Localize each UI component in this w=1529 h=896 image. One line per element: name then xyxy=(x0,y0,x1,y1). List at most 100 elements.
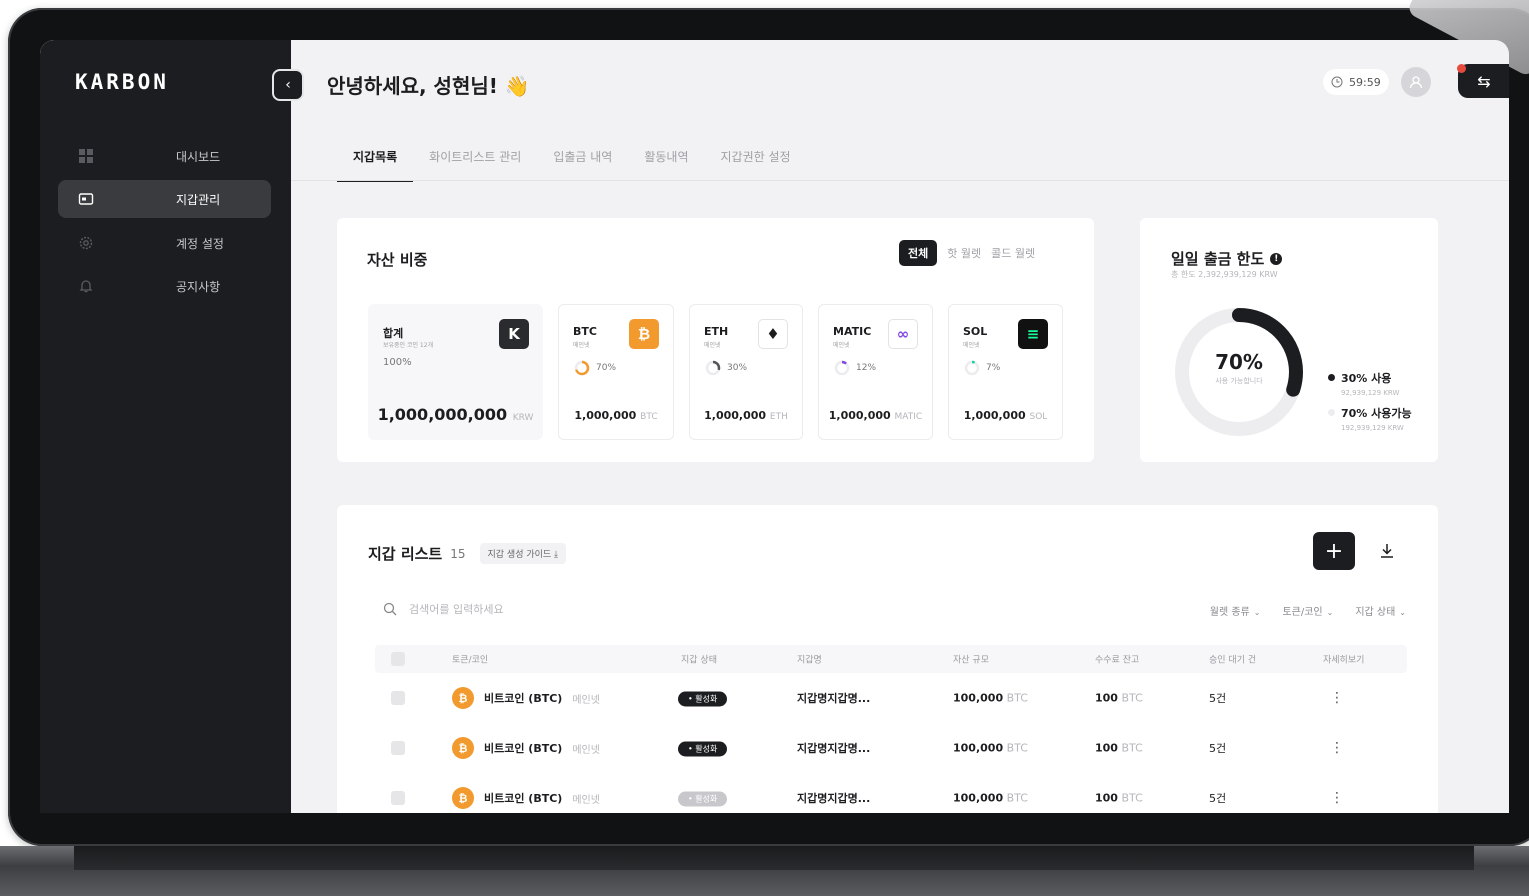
chevron-down-icon: ⌄ xyxy=(1399,608,1406,617)
asset-subtitle: 메인넷 xyxy=(833,342,850,349)
add-wallet-button[interactable]: + xyxy=(1313,532,1355,570)
column-header[interactable]: 지갑명 xyxy=(797,653,822,666)
info-icon[interactable]: ! xyxy=(1270,252,1283,265)
coin-network: 메인넷 xyxy=(572,694,600,706)
sidebar-item-settings[interactable]: 계정 설정 xyxy=(58,224,271,262)
sidebar-item-notices[interactable]: 공지사항 xyxy=(58,267,271,305)
pending-count: 5건 xyxy=(1209,792,1227,805)
column-header[interactable]: 자산 규모 xyxy=(953,653,989,666)
tab-whitelist[interactable]: 화이트리스트 관리 xyxy=(413,142,537,182)
asset-total-tile[interactable]: 합계 보유중인 코인 12개 100% K 1,000,000,000 KRW xyxy=(368,304,543,440)
sidebar-item-dashboard[interactable]: 대시보드 xyxy=(58,137,271,175)
laptop-hinge xyxy=(74,846,1474,870)
tab-transactions[interactable]: 입출금 내역 xyxy=(537,142,628,182)
ratio-ring xyxy=(574,360,590,376)
asset-amount: 1,000,000,000 KRW xyxy=(369,405,542,424)
asset-sol-tile[interactable]: SOL 메인넷 ≡ 7% 1,000,000 SOL xyxy=(948,304,1063,440)
asset-unit: BTC xyxy=(1006,791,1028,805)
filter-cold-wallet[interactable]: 콜드 월렛 xyxy=(991,245,1035,261)
table-row[interactable]: ₿ 비트코인 (BTC) 메인넷 • 활성화 지갑명지갑명... 100,000… xyxy=(375,778,1407,813)
dropdown-wallet-type[interactable]: 월렛 종류 ⌄ xyxy=(1210,603,1261,618)
asset-name: SOL xyxy=(963,325,988,338)
asset-size-cell: 100,000 BTC xyxy=(953,742,1028,755)
table-row[interactable]: ₿ 비트코인 (BTC) 메인넷 • 활성화 지갑명지갑명... 100,000… xyxy=(375,728,1407,768)
asset-amount: 1,000,000 BTC xyxy=(559,409,673,422)
wallet-name[interactable]: 지갑명지갑명... xyxy=(797,740,870,756)
legend-used: 30% 사용 92,939,129 KRW xyxy=(1328,370,1399,397)
donut-note: 사용 가능합니다 xyxy=(1215,377,1263,385)
fee-unit: BTC xyxy=(1121,791,1143,805)
asset-composition-card: 자산 비중 전체 핫 월렛 콜드 월렛 합계 보유중인 코인 12개 100% … xyxy=(337,218,1094,462)
clock-icon xyxy=(1331,76,1343,88)
asset-btc-tile[interactable]: BTC 메인넷 ₿ 70% 1,000,000 BTC xyxy=(558,304,674,440)
tab-bar: 지갑목록 화이트리스트 관리 입출금 내역 활동내역 지갑권한 설정 xyxy=(337,142,807,182)
tab-activity[interactable]: 활동내역 xyxy=(628,142,704,182)
wallet-icon xyxy=(78,193,94,205)
column-header[interactable]: 지갑 상태 xyxy=(681,653,717,666)
wallet-name[interactable]: 지갑명지갑명... xyxy=(797,690,870,706)
row-checkbox[interactable] xyxy=(391,691,405,705)
asset-ratio: 30% xyxy=(704,359,747,377)
card-title: 자산 비중 xyxy=(367,251,428,269)
list-title: 지갑 리스트 xyxy=(368,545,443,563)
column-header[interactable]: 자세히보기 xyxy=(1323,653,1364,666)
eth-icon: ♦ xyxy=(758,319,788,349)
fee-balance: 100 xyxy=(1095,791,1118,805)
asset-subtitle: 메인넷 xyxy=(704,342,721,349)
asset-size: 100,000 xyxy=(953,691,1004,705)
wallet-guide-button[interactable]: 지갑 생성 가이드 ⤓ xyxy=(479,543,567,564)
wallet-name[interactable]: 지갑명지갑명... xyxy=(797,790,870,806)
asset-unit: BTC xyxy=(1006,691,1028,705)
sidebar-item-wallet[interactable]: 지갑관리 xyxy=(58,180,271,218)
search-input[interactable]: 검색어를 입력하세요 xyxy=(409,601,504,617)
column-header[interactable]: 승인 대기 건 xyxy=(1209,653,1256,666)
asset-amount: 1,000,000 SOL xyxy=(949,409,1062,422)
asset-subtitle: 보유중인 코인 12개 xyxy=(383,342,434,349)
chevron-down-icon: ⌄ xyxy=(1253,608,1261,617)
session-timer[interactable]: 59:59 xyxy=(1323,69,1389,95)
collapse-sidebar-button[interactable]: ‹ xyxy=(272,69,304,101)
asset-percent: 70% xyxy=(596,363,617,373)
amount-unit: MATIC xyxy=(894,412,923,422)
amount-unit: KRW xyxy=(512,413,534,423)
coin-cell: ₿ 비트코인 (BTC) 메인넷 xyxy=(452,737,600,759)
row-checkbox[interactable] xyxy=(391,791,405,805)
legend-available: 70% 사용가능 192,939,129 KRW xyxy=(1328,405,1412,432)
asset-percent: 100% xyxy=(383,357,412,368)
bitcoin-icon: ₿ xyxy=(452,737,474,759)
search-bar[interactable]: 검색어를 입력하세요 xyxy=(383,601,504,617)
column-header[interactable]: 수수료 잔고 xyxy=(1095,653,1139,666)
asset-subtitle: 메인넷 xyxy=(573,342,590,349)
more-options-icon[interactable]: ⋮ xyxy=(1330,790,1344,806)
more-options-icon[interactable]: ⋮ xyxy=(1330,690,1344,706)
amount-unit: BTC xyxy=(640,412,658,422)
bell-icon xyxy=(79,280,93,293)
table-row[interactable]: ₿ 비트코인 (BTC) 메인넷 • 활성화 지갑명지갑명... 100,000… xyxy=(375,678,1407,718)
more-options-icon[interactable]: ⋮ xyxy=(1330,740,1344,756)
tab-permissions[interactable]: 지갑권한 설정 xyxy=(705,142,807,182)
sidebar: KARBON 대시보드 지갑관리 계정 설정 공지사항 xyxy=(40,40,291,813)
avatar[interactable] xyxy=(1401,67,1431,97)
fee-balance: 100 xyxy=(1095,691,1118,705)
row-checkbox[interactable] xyxy=(391,741,405,755)
dropdown-wallet-status[interactable]: 지갑 상태 ⌄ xyxy=(1355,603,1406,618)
column-header[interactable]: 토큰/코인 xyxy=(452,653,488,666)
status-cell: • 활성화 xyxy=(678,791,728,807)
ratio-ring xyxy=(834,360,850,376)
asset-eth-tile[interactable]: ETH 메인넷 ♦ 30% 1,000,000 ETH xyxy=(689,304,803,440)
card-title: 일일 출금 한도 ! xyxy=(1171,248,1283,269)
amount-unit: ETH xyxy=(769,412,788,422)
table-header: 토큰/코인 지갑 상태 지갑명 자산 규모 수수료 잔고 승인 대기 건 자세히… xyxy=(375,645,1407,673)
amount-value: 1,000,000 xyxy=(828,409,891,422)
select-all-checkbox[interactable] xyxy=(391,652,405,666)
asset-amount: 1,000,000 MATIC xyxy=(819,409,932,422)
tab-wallet-list[interactable]: 지갑목록 xyxy=(337,142,414,182)
wallet-count: 15 xyxy=(450,546,466,561)
dropdown-token[interactable]: 토큰/코인 ⌄ xyxy=(1282,603,1333,618)
app-logo[interactable]: KARBON xyxy=(75,70,169,94)
download-button[interactable] xyxy=(1377,539,1397,563)
filter-all[interactable]: 전체 xyxy=(899,240,938,266)
filter-hot-wallet[interactable]: 핫 월렛 xyxy=(947,245,981,261)
dropdown-label: 토큰/코인 xyxy=(1282,607,1323,618)
asset-matic-tile[interactable]: MATIC 메인넷 ∞ 12% 1,000,000 MATIC xyxy=(818,304,933,440)
